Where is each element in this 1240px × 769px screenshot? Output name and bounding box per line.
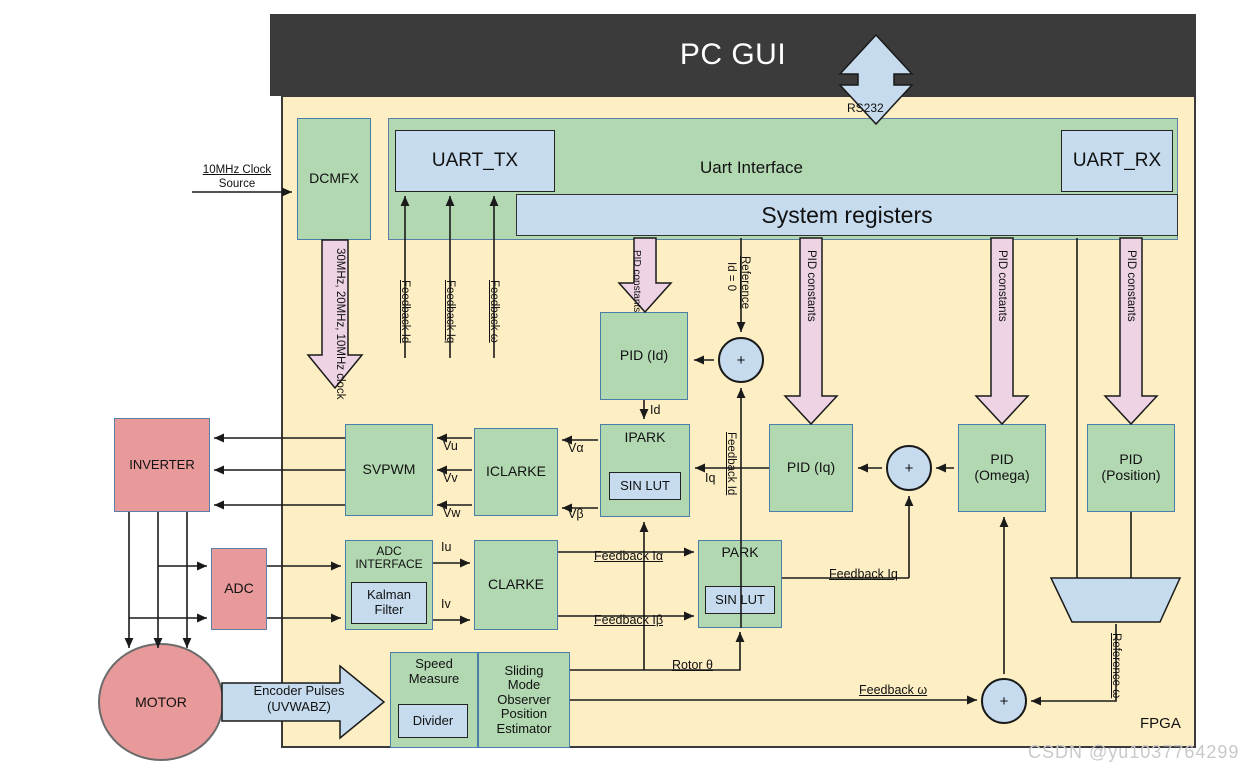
feedback-id-label: Feedback Id bbox=[725, 432, 737, 496]
pid-constants-arrow-id bbox=[617, 237, 673, 314]
rs232-label: RS232 bbox=[847, 101, 884, 115]
reference-omega-wire bbox=[1031, 624, 1117, 706]
feedback-ialpha-label: Feedback Iα bbox=[594, 549, 664, 563]
reference-mux[interactable] bbox=[1049, 577, 1182, 623]
iq-signal-label: Iq bbox=[705, 471, 716, 485]
dcm-clock-output-label: 30MHz, 20MHz, 10MHz clock bbox=[334, 248, 346, 400]
vw-label: Vw bbox=[443, 506, 461, 520]
feedback-iq-label: Feedback Iq bbox=[829, 567, 898, 581]
vv-label: Vv bbox=[443, 471, 458, 485]
pid-constants-id-line1: PID constants bbox=[631, 250, 642, 313]
wire-layer bbox=[124, 33, 1182, 740]
valpha-label: Vα bbox=[568, 441, 584, 455]
reference-id-label-line2: Id = 0 bbox=[725, 262, 737, 292]
reference-id-label-line1: Reference bbox=[739, 256, 751, 310]
pid-constants-id-label: PID constants bbox=[631, 250, 642, 312]
vu-label: Vu bbox=[443, 439, 458, 453]
rotor-theta-to-park-wire bbox=[570, 632, 745, 671]
reference-omega-label: Reference ω bbox=[1110, 633, 1122, 699]
iu-label: Iu bbox=[441, 540, 452, 554]
encoder-pulses-label-line2: (UVWABZ) bbox=[267, 699, 331, 714]
feedback-id-tx-label: Feedback Id bbox=[399, 280, 411, 344]
feedback-ibeta-label: Feedback Iβ bbox=[594, 613, 664, 627]
pid-constants-iq-label: PID constants bbox=[805, 250, 817, 322]
pid-constants-position-label: PID constants bbox=[1125, 250, 1137, 322]
feedback-iq-tx-label: Feedback Iq bbox=[444, 280, 456, 344]
rotor-theta-label: Rotor θ bbox=[672, 658, 713, 672]
diagram-canvas: PC GUI FPGA Uart Interface UART_TX UART_… bbox=[0, 0, 1240, 769]
pid-constants-omega-label: PID constants bbox=[996, 250, 1008, 322]
iv-label: Iv bbox=[441, 597, 451, 611]
watermark: CSDN @yu1037764299 bbox=[1028, 742, 1240, 762]
vbeta-label: Vβ bbox=[568, 507, 584, 521]
feedback-omega-label: Feedback ω bbox=[859, 683, 928, 697]
encoder-pulses-label-line1: Encoder Pulses bbox=[253, 683, 345, 698]
id-signal-label: Id bbox=[650, 403, 661, 417]
feedback-omega-tx-label: Feedback ω bbox=[488, 280, 500, 343]
